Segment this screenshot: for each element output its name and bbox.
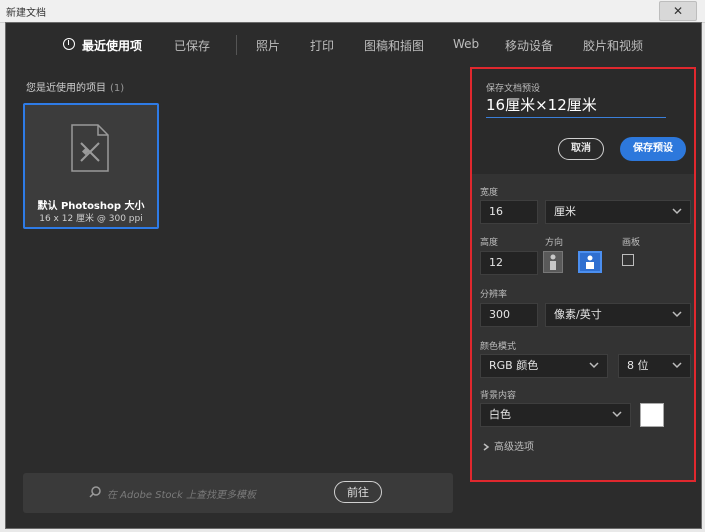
- cancel-button[interactable]: 取消: [558, 138, 604, 160]
- color-mode-label: 颜色模式: [480, 342, 517, 352]
- background-label: 背景内容: [480, 391, 517, 401]
- tab-mobile[interactable]: 移动设备: [505, 37, 553, 54]
- chevron-down-icon: [672, 311, 682, 318]
- landscape-orientation-button[interactable]: [578, 251, 602, 273]
- chevron-down-icon: [672, 208, 682, 215]
- width-unit-select[interactable]: 厘米: [545, 200, 691, 224]
- bit-depth-value: 8 位: [627, 359, 649, 372]
- stock-search-bar: 在 Adobe Stock 上查找更多模板 前往: [23, 473, 453, 513]
- background-value: 白色: [489, 408, 511, 421]
- advanced-options-toggle[interactable]: 高级选项: [482, 438, 534, 453]
- preset-save-area: 保存文档预设 16厘米×12厘米 取消 保存预设: [472, 69, 694, 174]
- recent-count: (1): [110, 83, 125, 94]
- chevron-down-icon: [612, 411, 622, 418]
- advanced-options-label: 高级选项: [494, 442, 534, 453]
- window-title: 新建文档: [6, 8, 46, 19]
- title-bar: 新建文档 ✕: [0, 0, 705, 23]
- save-preset-button[interactable]: 保存预设: [620, 137, 686, 161]
- preset-name: 默认 Photoshop 大小: [37, 201, 145, 212]
- chevron-down-icon: [672, 362, 682, 369]
- resolution-input[interactable]: 300: [480, 303, 538, 327]
- width-input[interactable]: 16: [480, 200, 538, 224]
- category-tabs: 最近使用项 已保存 照片 打印 图稿和插图 Web 移动设备 胶片和视频: [6, 23, 701, 67]
- resolution-unit-value: 像素/英寸: [554, 308, 602, 321]
- document-icon: [71, 124, 109, 172]
- preset-card[interactable]: 默认 Photoshop 大小 16 x 12 厘米 @ 300 ppi: [23, 103, 159, 229]
- resolution-label: 分辨率: [480, 290, 508, 300]
- portrait-orientation-button[interactable]: [543, 251, 563, 273]
- preset-details-panel: 保存文档预设 16厘米×12厘米 取消 保存预设 宽度 16 厘米 高度 方向 …: [470, 67, 696, 482]
- recent-label-text: 您是近使用的项目: [26, 83, 106, 94]
- background-color-swatch[interactable]: [640, 403, 664, 427]
- search-icon: [89, 486, 101, 498]
- preset-dimensions: 16 x 12 厘米 @ 300 ppi: [39, 214, 143, 224]
- background-select[interactable]: 白色: [480, 403, 631, 427]
- new-document-dialog: 新建文档 ✕ 最近使用项 已保存 照片 打印 图稿和插图 Web 移动设备 胶片…: [0, 0, 705, 532]
- landscape-icon: [586, 255, 594, 269]
- tab-photo[interactable]: 照片: [256, 37, 280, 54]
- color-mode-value: RGB 颜色: [489, 359, 539, 372]
- tab-print[interactable]: 打印: [310, 37, 334, 54]
- save-preset-label: 保存文档预设: [486, 84, 541, 94]
- orientation-label: 方向: [545, 238, 564, 248]
- go-button[interactable]: 前往: [334, 481, 382, 503]
- tab-divider: [236, 35, 237, 55]
- color-mode-select[interactable]: RGB 颜色: [480, 354, 608, 378]
- dialog-body: 最近使用项 已保存 照片 打印 图稿和插图 Web 移动设备 胶片和视频 您是近…: [5, 22, 702, 529]
- chevron-down-icon: [589, 362, 599, 369]
- tab-web[interactable]: Web: [453, 37, 479, 51]
- bit-depth-select[interactable]: 8 位: [618, 354, 691, 378]
- recent-section-label: 您是近使用的项目 (1): [26, 79, 124, 94]
- tab-art-illustration[interactable]: 图稿和插图: [364, 37, 424, 54]
- chevron-right-icon: [483, 443, 490, 451]
- width-unit-value: 厘米: [554, 205, 576, 218]
- stock-search-input[interactable]: 在 Adobe Stock 上查找更多模板: [107, 486, 256, 501]
- height-label: 高度: [480, 238, 499, 248]
- tab-saved[interactable]: 已保存: [174, 37, 210, 54]
- tab-recent[interactable]: 最近使用项: [82, 37, 142, 54]
- preset-name-input[interactable]: 16厘米×12厘米: [486, 95, 666, 118]
- artboard-checkbox[interactable]: [622, 254, 634, 266]
- portrait-icon: [550, 254, 556, 270]
- artboard-label: 画板: [622, 238, 641, 248]
- close-button[interactable]: ✕: [659, 1, 697, 21]
- tab-film-video[interactable]: 胶片和视频: [583, 37, 643, 54]
- height-input[interactable]: 12: [480, 251, 538, 275]
- resolution-unit-select[interactable]: 像素/英寸: [545, 303, 691, 327]
- clock-icon: [63, 38, 75, 50]
- width-label: 宽度: [480, 188, 499, 198]
